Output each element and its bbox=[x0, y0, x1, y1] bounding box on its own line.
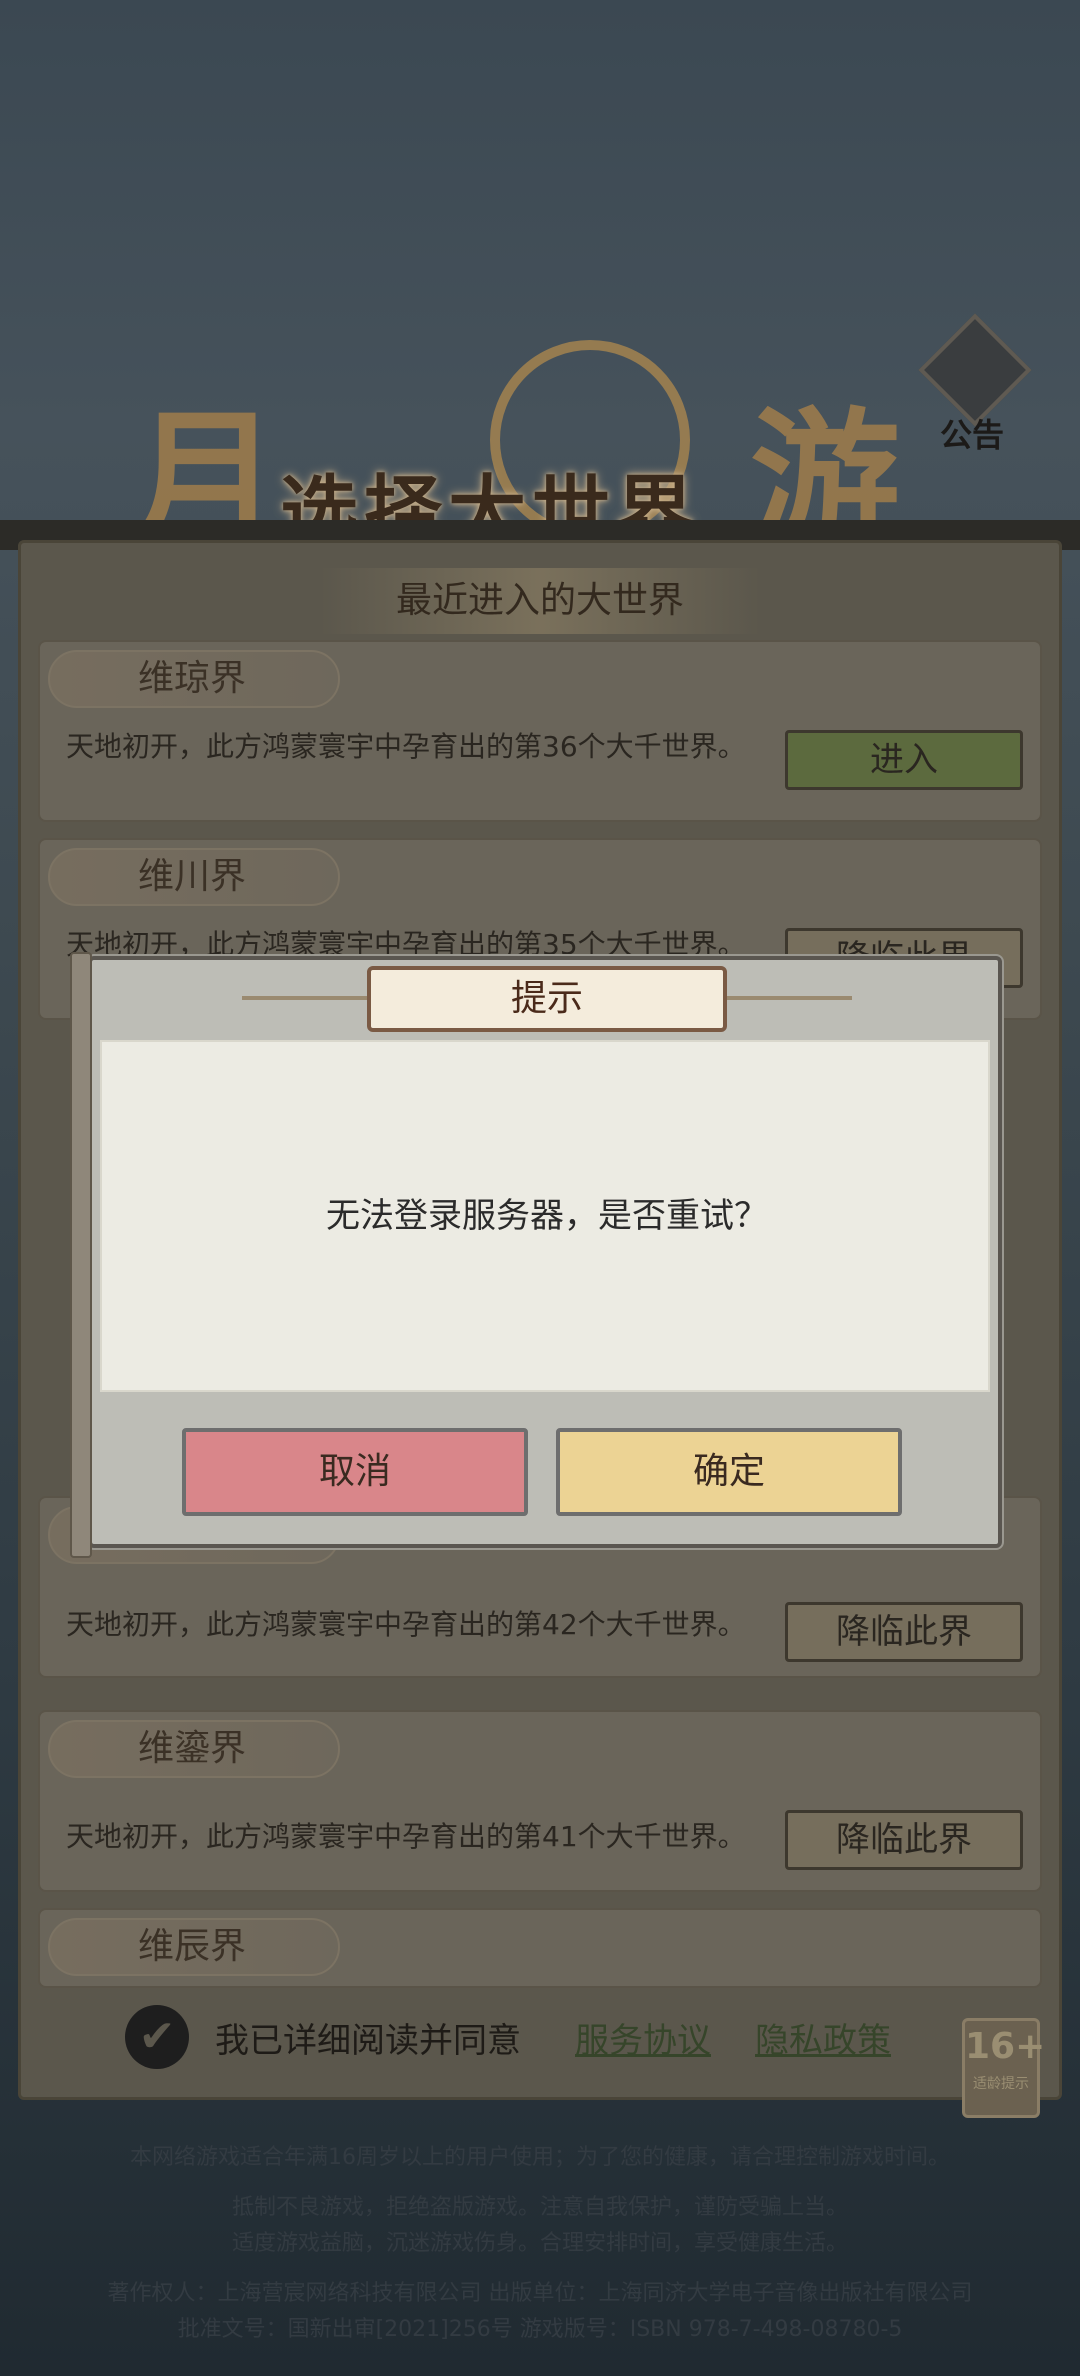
dialog-content: 无法登录服务器，是否重试？ bbox=[100, 1040, 990, 1392]
retry-dialog: 提示 无法登录服务器，是否重试？ 取消 确定 bbox=[70, 952, 1002, 1558]
dialog-message: 无法登录服务器，是否重试？ bbox=[326, 1196, 768, 1236]
game-screen: 月 游 选择大世界 公告 最近进入的大世界 维琼界 天地初开，此方鸿蒙寰宇中孕育… bbox=[0, 0, 1080, 2376]
cancel-button[interactable]: 取消 bbox=[182, 1428, 528, 1516]
dialog-title: 提示 bbox=[367, 966, 727, 1032]
dialog-scroll-rail bbox=[70, 952, 92, 1558]
confirm-button[interactable]: 确定 bbox=[556, 1428, 902, 1516]
